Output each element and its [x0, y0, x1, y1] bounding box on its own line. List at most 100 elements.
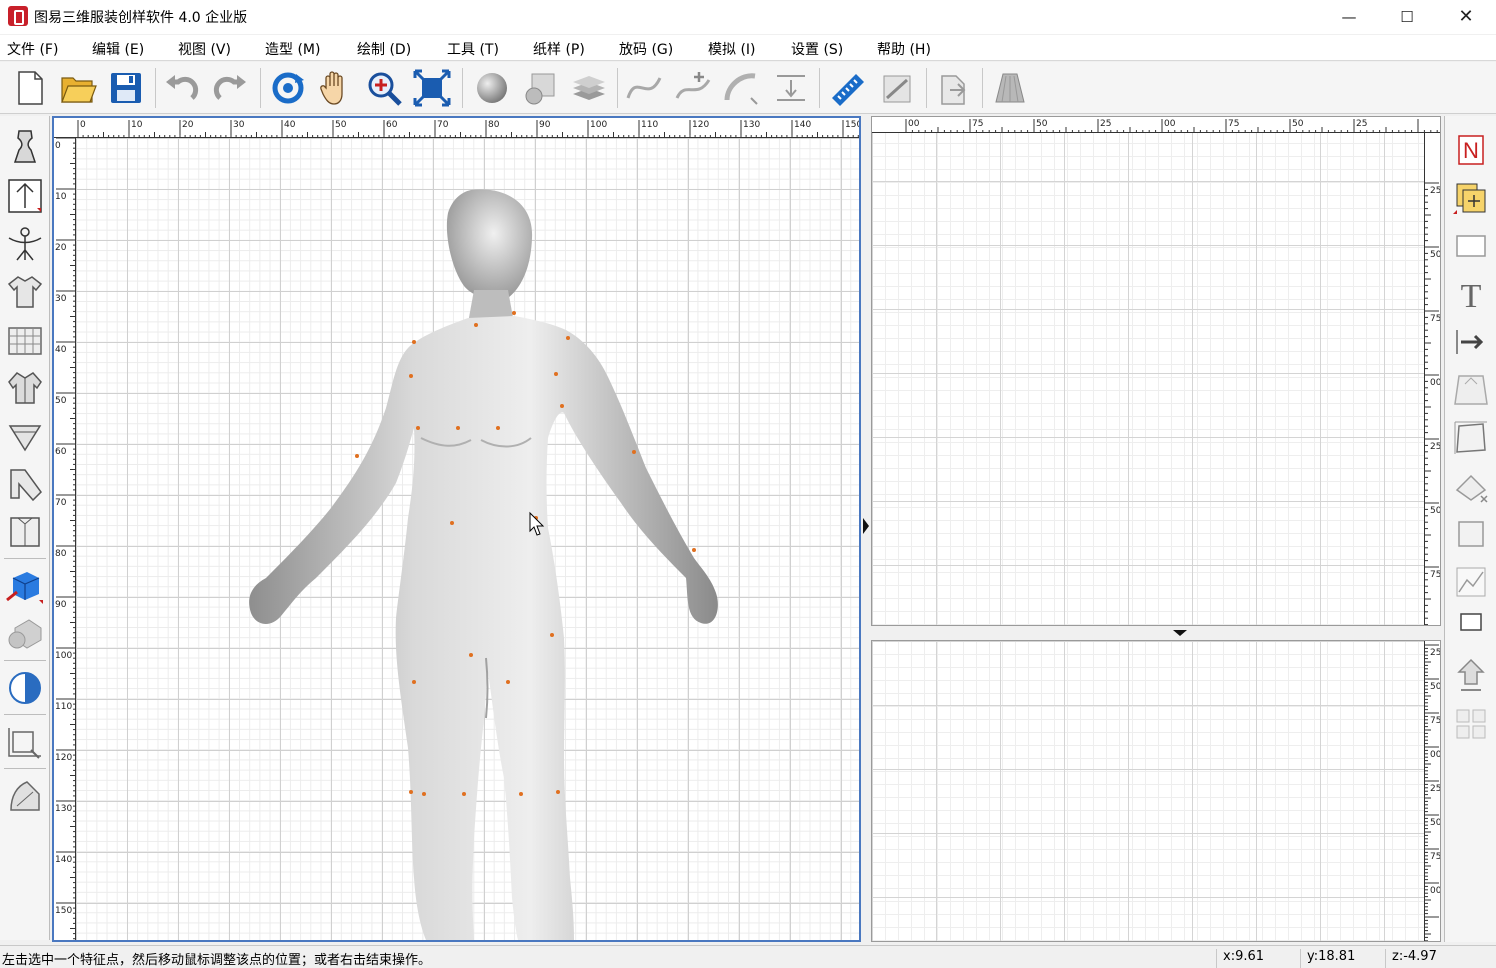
- pan-hand-icon[interactable]: [316, 68, 356, 108]
- pattern-tool-icon[interactable]: [877, 68, 917, 108]
- stack-icon[interactable]: [1451, 610, 1491, 650]
- graph-icon[interactable]: [1451, 562, 1491, 602]
- toolbar-separator: [926, 68, 927, 108]
- smooth-curve-icon[interactable]: [721, 68, 761, 108]
- save-icon[interactable]: [106, 68, 146, 108]
- pattern-piece-icon[interactable]: [5, 776, 45, 816]
- pattern-view-pane[interactable]: 00 75 50 25 00 75 50 25 25 50 75 00 25 50 75: [871, 116, 1441, 626]
- zoom-icon[interactable]: [364, 68, 404, 108]
- close-button[interactable]: ✕: [1437, 0, 1495, 34]
- material-icon[interactable]: [520, 68, 560, 108]
- shaded-sphere-icon[interactable]: [472, 68, 512, 108]
- body-fit-icon[interactable]: [5, 224, 45, 264]
- grid-four-icon[interactable]: [1451, 704, 1491, 744]
- curve-icon[interactable]: [624, 68, 664, 108]
- menu-help[interactable]: 帮助 (H): [877, 39, 931, 59]
- ruler-tick-label: 80: [488, 120, 500, 130]
- ruler-tick-label: 50: [1292, 119, 1304, 129]
- lamp-render-icon[interactable]: [5, 614, 45, 654]
- ruler-tick-label: 120: [55, 753, 72, 763]
- new-n-icon[interactable]: N: [1451, 130, 1491, 170]
- menu-tools[interactable]: 工具 (T): [447, 39, 499, 59]
- arrow-right-icon[interactable]: [1451, 322, 1491, 362]
- ruler-tick-label: 70: [437, 120, 449, 130]
- ruler-tick-label: 40: [55, 345, 67, 355]
- 3d-viewport[interactable]: 0 10 20 30 40 50 60 70 80 90 100 110 120 130 140 150 0 1…: [52, 116, 861, 942]
- pane-splitter-vertical[interactable]: [861, 116, 871, 942]
- export-icon[interactable]: [934, 68, 974, 108]
- cube-3d-icon[interactable]: [5, 566, 45, 606]
- skirt-icon[interactable]: [990, 68, 1030, 108]
- sleeve-icon[interactable]: [5, 464, 45, 504]
- avatar-3d-model[interactable]: [76, 138, 859, 940]
- text-tool-icon[interactable]: T: [1451, 274, 1491, 314]
- add-point-curve-icon[interactable]: [673, 68, 713, 108]
- rectangle-icon[interactable]: [1451, 226, 1491, 266]
- right-toolbar: N T: [1444, 116, 1496, 942]
- ruler-tick-label: 120: [692, 120, 709, 130]
- ruler-tick-label: 90: [55, 600, 67, 610]
- jacket-icon[interactable]: [5, 368, 45, 408]
- menu-settings[interactable]: 设置 (S): [791, 39, 843, 59]
- undo-icon[interactable]: [162, 68, 202, 108]
- add-layer-icon[interactable]: [1451, 178, 1491, 218]
- ruler-tick-label: 50: [1430, 682, 1441, 692]
- menu-grading[interactable]: 放码 (G): [619, 39, 673, 59]
- ruler-tick-label: 75: [1430, 314, 1441, 324]
- lower-view-pane[interactable]: 25 50 75 00 25 50 75 00: [871, 640, 1441, 942]
- menu-view[interactable]: 视图 (V): [178, 39, 231, 59]
- menu-pattern[interactable]: 纸样 (P): [533, 39, 585, 59]
- redo-icon[interactable]: [210, 68, 250, 108]
- align-icon[interactable]: [771, 68, 811, 108]
- open-folder-icon[interactable]: [58, 68, 98, 108]
- pane-splitter-horizontal[interactable]: [871, 626, 1441, 640]
- ruler-tick-label: 20: [55, 243, 67, 253]
- menu-file[interactable]: 文件 (F): [7, 39, 58, 59]
- left-toolbar: [0, 116, 50, 940]
- menu-model[interactable]: 造型 (M): [265, 39, 320, 59]
- layers-icon[interactable]: [569, 68, 609, 108]
- ruler-tick-label: 30: [55, 294, 67, 304]
- new-file-icon[interactable]: [10, 68, 50, 108]
- toolbar-separator: [4, 558, 46, 559]
- hemisphere-icon[interactable]: [5, 668, 45, 708]
- app-logo-icon: [8, 6, 28, 26]
- measure-body-icon[interactable]: [5, 176, 45, 216]
- lower-grid-canvas[interactable]: [872, 641, 1440, 941]
- ruler-tick-label: 50: [1430, 818, 1441, 828]
- garment-pattern-icon[interactable]: [5, 512, 45, 552]
- ruler-tick-label: 100: [590, 120, 607, 130]
- ruler-tick-label: 25: [1430, 648, 1441, 658]
- measure-ruler-icon[interactable]: [828, 68, 868, 108]
- pattern-grid-canvas[interactable]: [872, 117, 1440, 625]
- erase-shape-icon[interactable]: [1451, 466, 1491, 506]
- ruler-tick-label: 100: [55, 651, 72, 661]
- ruler-tick-label: 40: [284, 120, 296, 130]
- menu-simulate[interactable]: 模拟 (I): [708, 39, 756, 59]
- frame-icon[interactable]: [1451, 418, 1491, 458]
- shirt-icon[interactable]: [5, 272, 45, 312]
- toolbar-separator: [982, 68, 983, 108]
- rotate-view-icon[interactable]: [268, 68, 308, 108]
- transform-icon[interactable]: [5, 722, 45, 762]
- ruler-tick-label: 00: [908, 119, 920, 129]
- collar-icon[interactable]: [5, 416, 45, 456]
- mannequin-icon[interactable]: [5, 128, 45, 168]
- ruler-tick-label: 140: [794, 120, 811, 130]
- pattern-horizontal-ruler: 00 75 50 25 00 75 50 25: [872, 117, 1440, 133]
- maximize-button[interactable]: ☐: [1378, 0, 1436, 34]
- ruler-tick-label: 50: [1036, 119, 1048, 129]
- sleeve-piece-icon[interactable]: [1451, 370, 1491, 410]
- square-icon[interactable]: [1451, 514, 1491, 554]
- ruler-tick-label: 00: [1164, 119, 1176, 129]
- menu-edit[interactable]: 编辑 (E): [92, 39, 144, 59]
- status-message: 左击选中一个特征点，然后移动鼠标调整该点的位置；或者右击结束操作。: [2, 953, 432, 968]
- fit-view-icon[interactable]: [412, 68, 452, 108]
- fabric-grid-icon[interactable]: [5, 320, 45, 360]
- ruler-tick-label: 00: [1430, 378, 1441, 388]
- 3d-grid-canvas[interactable]: [76, 138, 859, 940]
- minimize-button[interactable]: —: [1320, 0, 1378, 34]
- upload-icon[interactable]: [1451, 656, 1491, 696]
- ruler-tick-label: 25: [1430, 442, 1441, 452]
- menu-draw[interactable]: 绘制 (D): [357, 39, 411, 59]
